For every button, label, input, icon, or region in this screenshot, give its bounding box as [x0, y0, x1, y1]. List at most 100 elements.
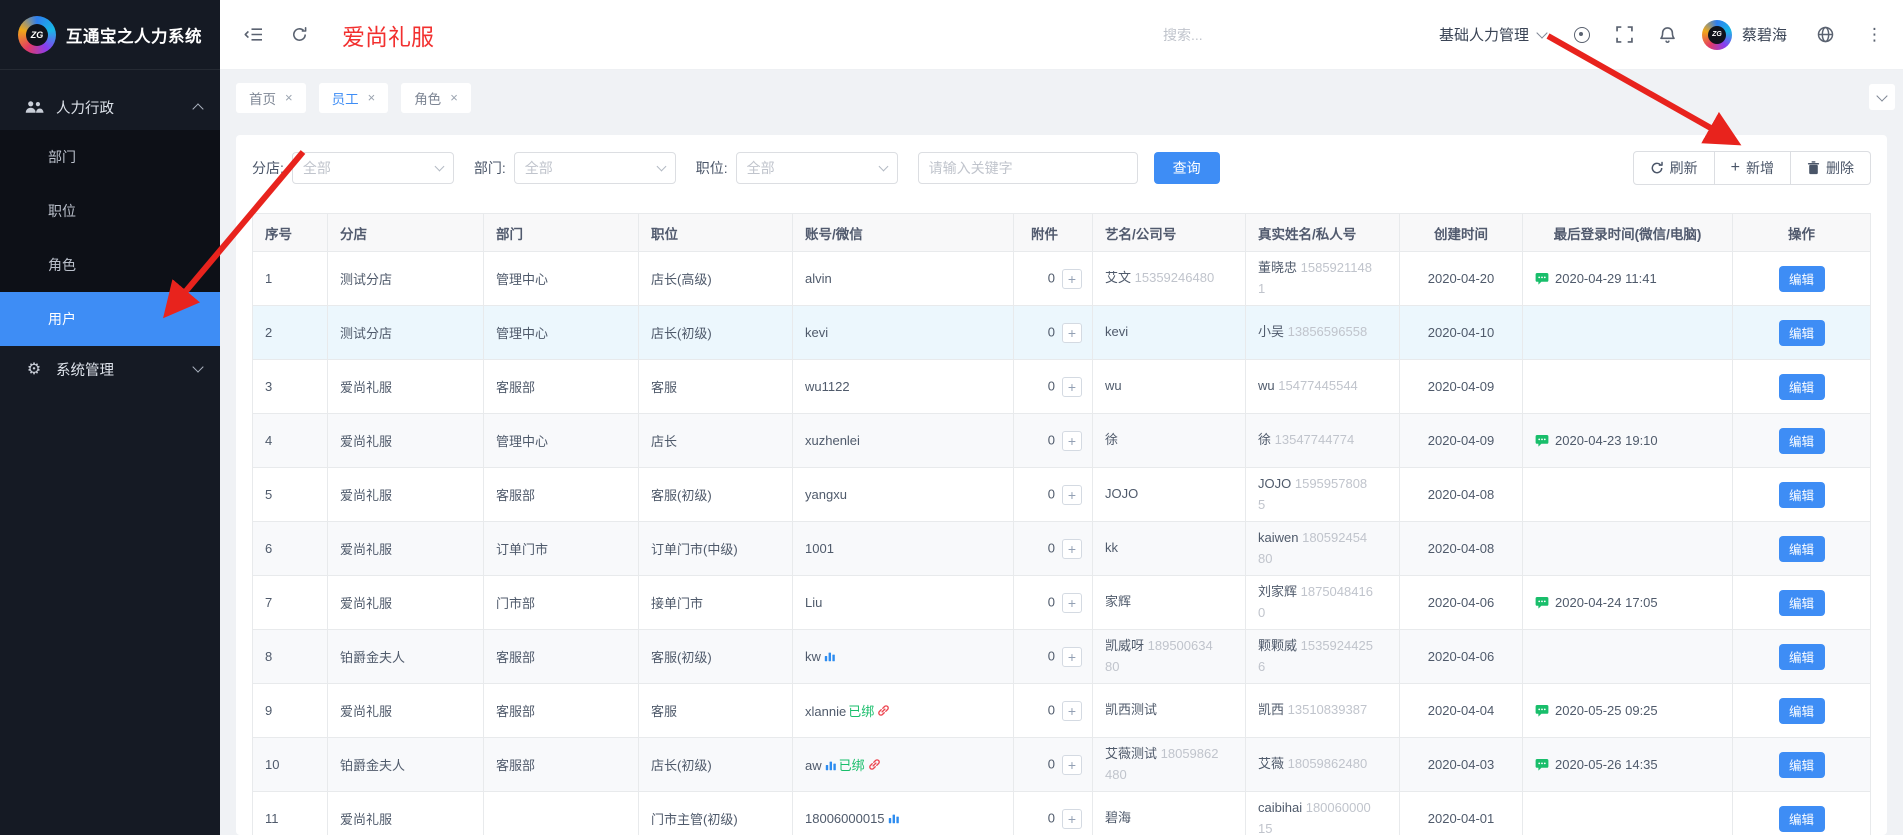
sidebar-item[interactable]: 部门 — [0, 130, 220, 184]
add-attachment-button[interactable]: + — [1062, 647, 1082, 667]
cell-dept: 客服部 — [484, 684, 639, 738]
tab[interactable]: 员工 × — [319, 83, 389, 113]
edit-button[interactable]: 编辑 — [1779, 644, 1825, 670]
sidebar-group-label: 人力行政 — [56, 97, 114, 118]
edit-button[interactable]: 编辑 — [1779, 320, 1825, 346]
page-title: 爱尚礼服 — [342, 18, 434, 52]
edit-button[interactable]: 编辑 — [1779, 482, 1825, 508]
cell-index: 6 — [253, 522, 328, 576]
cell-dept: 客服部 — [484, 360, 639, 414]
edit-button[interactable]: 编辑 — [1779, 752, 1825, 778]
tab[interactable]: 角色 × — [401, 83, 471, 113]
cell-created: 2020-04-09 — [1400, 360, 1523, 414]
tab[interactable]: 首页 × — [236, 83, 306, 113]
sidebar-item[interactable]: 用户 — [0, 292, 220, 346]
sidebar-group-system[interactable]: ⚙ 系统管理 — [0, 346, 220, 392]
cell-index: 11 — [253, 792, 328, 835]
cell-account: aw已绑 — [793, 738, 1014, 792]
content-panel: 分店: 全部 部门: 全部 职位: 全部 查询 — [236, 135, 1887, 835]
fullscreen-icon[interactable] — [1616, 26, 1633, 43]
refresh-page-icon[interactable] — [291, 26, 308, 43]
edit-button[interactable]: 编辑 — [1779, 590, 1825, 616]
cell-real-name: 凯西 13510839387 — [1246, 684, 1400, 738]
cell-attachments: 0+ — [1014, 738, 1093, 792]
add-attachment-button[interactable]: + — [1062, 485, 1082, 505]
add-button[interactable]: + 新增 — [1715, 151, 1791, 185]
add-attachment-button[interactable]: + — [1062, 431, 1082, 451]
cell-attachments: 0+ — [1014, 468, 1093, 522]
add-attachment-button[interactable]: + — [1062, 323, 1082, 343]
cell-account: xuzhenlei — [793, 414, 1014, 468]
cell-position: 店长 — [639, 414, 793, 468]
cell-created: 2020-04-08 — [1400, 522, 1523, 576]
add-attachment-button[interactable]: + — [1062, 809, 1082, 829]
add-attachment-button[interactable]: + — [1062, 269, 1082, 289]
cell-branch: 爱尚礼服 — [328, 522, 484, 576]
position-select[interactable]: 全部 — [736, 152, 898, 184]
cell-last-login: 2020-04-29 11:41 — [1523, 252, 1733, 306]
cell-dept: 客服部 — [484, 468, 639, 522]
column-header: 艺名/公司号 — [1093, 214, 1246, 252]
branch-select[interactable]: 全部 — [292, 152, 454, 184]
globe-icon[interactable] — [1817, 26, 1834, 43]
cell-position: 客服(初级) — [639, 468, 793, 522]
bar-chart-icon[interactable] — [824, 650, 836, 662]
edit-button[interactable]: 编辑 — [1779, 374, 1825, 400]
edit-button[interactable]: 编辑 — [1779, 698, 1825, 724]
cell-attachments: 0+ — [1014, 576, 1093, 630]
bar-chart-icon[interactable] — [825, 759, 837, 771]
cell-actions: 编辑 — [1733, 252, 1871, 306]
bell-icon[interactable] — [1659, 26, 1676, 44]
keyword-input[interactable] — [918, 152, 1138, 184]
sidebar-item[interactable]: 角色 — [0, 238, 220, 292]
username[interactable]: 蔡碧海 — [1742, 24, 1787, 45]
add-attachment-button[interactable]: + — [1062, 593, 1082, 613]
edit-button[interactable]: 编辑 — [1779, 806, 1825, 832]
user-avatar[interactable]: ZG — [1702, 20, 1732, 50]
dept-select[interactable]: 全部 — [514, 152, 676, 184]
cell-created: 2020-04-03 — [1400, 738, 1523, 792]
refresh-button[interactable]: 刷新 — [1633, 151, 1715, 185]
add-attachment-button[interactable]: + — [1062, 755, 1082, 775]
cell-index: 8 — [253, 630, 328, 684]
cell-branch: 铂爵金夫人 — [328, 630, 484, 684]
tab-overflow-button[interactable] — [1869, 84, 1895, 110]
cell-branch: 测试分店 — [328, 252, 484, 306]
table-header-row: 序号分店部门职位账号/微信附件艺名/公司号真实姓名/私人号创建时间最后登录时间(… — [253, 214, 1871, 252]
link-icon — [877, 704, 890, 717]
cell-index: 10 — [253, 738, 328, 792]
dept-filter-label: 部门: — [474, 158, 506, 178]
edit-button[interactable]: 编辑 — [1779, 428, 1825, 454]
collapse-sidebar-icon[interactable] — [244, 27, 263, 42]
trash-icon — [1807, 161, 1820, 175]
cell-actions: 编辑 — [1733, 738, 1871, 792]
add-attachment-button[interactable]: + — [1062, 539, 1082, 559]
bar-chart-icon[interactable] — [888, 812, 900, 824]
sidebar-item[interactable]: 职位 — [0, 184, 220, 238]
module-select[interactable]: 基础人力管理 — [1439, 24, 1546, 45]
cell-created: 2020-04-06 — [1400, 576, 1523, 630]
delete-button[interactable]: 删除 — [1791, 151, 1871, 185]
cell-dept: 客服部 — [484, 738, 639, 792]
add-attachment-button[interactable]: + — [1062, 701, 1082, 721]
cell-created: 2020-04-08 — [1400, 468, 1523, 522]
cell-dept: 管理中心 — [484, 252, 639, 306]
cell-actions: 编辑 — [1733, 360, 1871, 414]
users-table: 序号分店部门职位账号/微信附件艺名/公司号真实姓名/私人号创建时间最后登录时间(… — [252, 213, 1871, 835]
sidebar-group-hr[interactable]: 人力行政 — [0, 84, 220, 130]
record-target-icon[interactable] — [1574, 27, 1590, 43]
search-input[interactable] — [1161, 26, 1271, 44]
more-options-icon[interactable]: ⋮ — [1866, 26, 1883, 43]
close-icon[interactable]: × — [450, 91, 458, 104]
edit-button[interactable]: 编辑 — [1779, 266, 1825, 292]
search-button[interactable]: 查询 — [1154, 152, 1220, 184]
column-header: 分店 — [328, 214, 484, 252]
wechat-chat-icon — [1535, 434, 1549, 448]
cell-real-name: 小吴 13856596558 — [1246, 306, 1400, 360]
cell-branch: 测试分店 — [328, 306, 484, 360]
cell-account: 18006000015 — [793, 792, 1014, 835]
add-attachment-button[interactable]: + — [1062, 377, 1082, 397]
close-icon[interactable]: × — [285, 91, 293, 104]
close-icon[interactable]: × — [368, 91, 376, 104]
edit-button[interactable]: 编辑 — [1779, 536, 1825, 562]
